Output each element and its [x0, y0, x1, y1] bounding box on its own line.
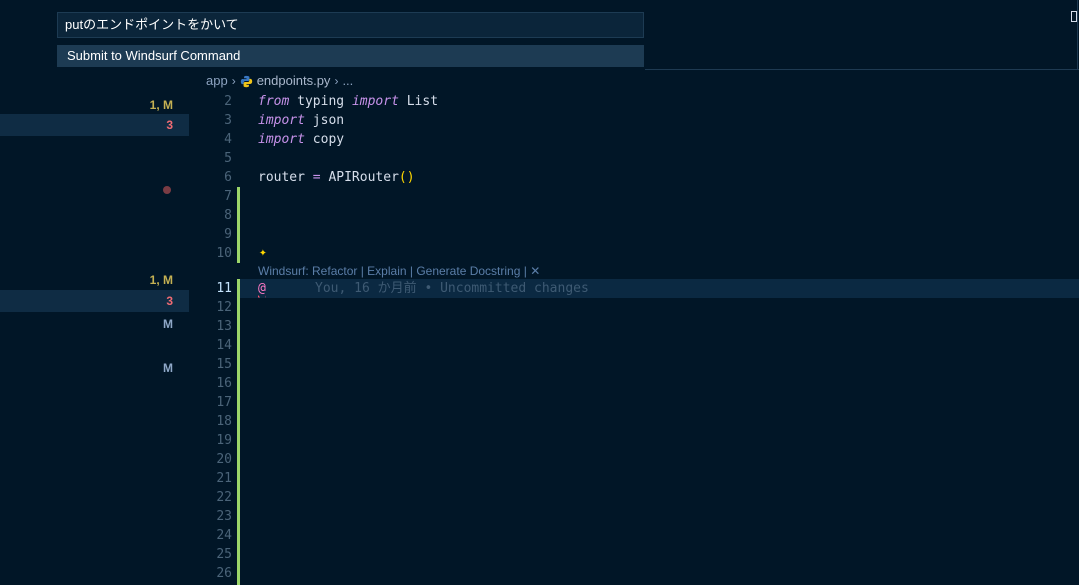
code-line: 7 — [189, 187, 1079, 206]
line-number: 15 — [216, 357, 232, 372]
code-line: 10 — [189, 244, 1079, 263]
code-line: 22 — [189, 488, 1079, 507]
codelens-docstring-link[interactable]: Generate Docstring — [416, 264, 520, 278]
line-number: 20 — [216, 452, 232, 467]
line-number: 24 — [216, 528, 232, 543]
line-number: 26 — [216, 566, 232, 581]
chevron-right-icon: › — [231, 74, 236, 88]
code-line: 3 import json — [189, 111, 1079, 130]
scm-badge[interactable]: 3 — [0, 290, 189, 312]
code-line: 11 @ You, 16 か月前 • Uncommitted changes — [189, 279, 1079, 298]
line-number: 10 — [216, 246, 232, 261]
chevron-right-icon: › — [334, 74, 339, 88]
codelens-separator: | — [406, 264, 417, 278]
code-line: 9 — [189, 225, 1079, 244]
code-line: 8 — [189, 206, 1079, 225]
line-number: 18 — [216, 414, 232, 429]
code-line: 19 — [189, 431, 1079, 450]
line-number: 11 — [216, 281, 232, 296]
submit-to-windsurf-command-option[interactable]: Submit to Windsurf Command — [57, 45, 644, 67]
line-number: 5 — [224, 151, 232, 166]
code-line: 17 — [189, 393, 1079, 412]
line-number: 12 — [216, 300, 232, 315]
scm-badge[interactable]: M — [0, 357, 189, 379]
code-line: 6 router = APIRouter() — [189, 168, 1079, 187]
code-line: 21 — [189, 469, 1079, 488]
scm-badge[interactable]: 1, M — [0, 94, 189, 116]
code-text: @ — [258, 281, 266, 296]
line-number: 8 — [224, 208, 232, 223]
code-line: 14 — [189, 336, 1079, 355]
code-line: 20 — [189, 450, 1079, 469]
code-line: 24 — [189, 526, 1079, 545]
code-line: 26 — [189, 564, 1079, 583]
code-line: 13 — [189, 317, 1079, 336]
line-number: 7 — [224, 189, 232, 204]
breadcrumb-file[interactable]: endpoints.py — [257, 72, 331, 90]
line-number: 19 — [216, 433, 232, 448]
git-blame-annotation: You, 16 か月前 • Uncommitted changes — [315, 281, 589, 296]
codelens-separator: | — [357, 264, 368, 278]
line-number: 16 — [216, 376, 232, 391]
code-line: 5 — [189, 149, 1079, 168]
breadcrumb: app › endpoints.py › ... — [206, 72, 353, 90]
close-icon[interactable]: ✕ — [530, 264, 540, 278]
code-line: 16 — [189, 374, 1079, 393]
code-editor[interactable]: 2 from typing import List 3 import json … — [189, 92, 1079, 585]
window-square-icon[interactable] — [1071, 11, 1077, 22]
code-line: 2 from typing import List — [189, 92, 1079, 111]
line-number: 25 — [216, 547, 232, 562]
line-number: 9 — [224, 227, 232, 242]
sparkle-icon[interactable]: ✦ — [259, 245, 267, 260]
line-number: 17 — [216, 395, 232, 410]
source-control-list: 1, M 3 1, M 3 M M — [0, 92, 189, 585]
line-number: 13 — [216, 319, 232, 334]
line-number: 2 — [224, 94, 232, 109]
scm-badge[interactable]: 3 — [0, 114, 189, 136]
code-text: router = APIRouter() — [258, 170, 415, 185]
python-file-icon — [240, 75, 252, 87]
code-text: from typing import List — [258, 94, 439, 109]
line-number: 22 — [216, 490, 232, 505]
code-line: 25 — [189, 545, 1079, 564]
codelens-refactor-link[interactable]: Refactor — [312, 264, 357, 278]
line-number: 6 — [224, 170, 232, 185]
scm-badge[interactable]: M — [0, 313, 189, 335]
codelens-prefix: Windsurf: — [258, 264, 313, 278]
code-line: 15 — [189, 355, 1079, 374]
codelens-explain-link[interactable]: Explain — [367, 264, 406, 278]
scm-badge[interactable]: 1, M — [0, 269, 189, 291]
code-text: import copy — [258, 132, 345, 147]
breadcrumb-folder[interactable]: app — [206, 72, 228, 90]
code-line: 18 — [189, 412, 1079, 431]
windsurf-command-input[interactable]: putのエンドポイントをかいて — [57, 12, 644, 38]
panel-divider — [1077, 0, 1078, 70]
code-line: 4 import copy — [189, 130, 1079, 149]
line-number: 4 — [224, 132, 232, 147]
code-text: import json — [258, 113, 345, 128]
line-number: 23 — [216, 509, 232, 524]
status-dot-icon — [163, 186, 171, 194]
line-number: 21 — [216, 471, 232, 486]
codelens-separator: | — [520, 264, 531, 278]
line-number: 3 — [224, 113, 232, 128]
code-line: 23 — [189, 507, 1079, 526]
code-line: 12 — [189, 298, 1079, 317]
windsurf-codelens: Windsurf: Refactor | Explain | Generate … — [258, 264, 540, 278]
line-number: 14 — [216, 338, 232, 353]
breadcrumb-symbol[interactable]: ... — [342, 72, 353, 90]
panel-divider — [645, 69, 1079, 70]
